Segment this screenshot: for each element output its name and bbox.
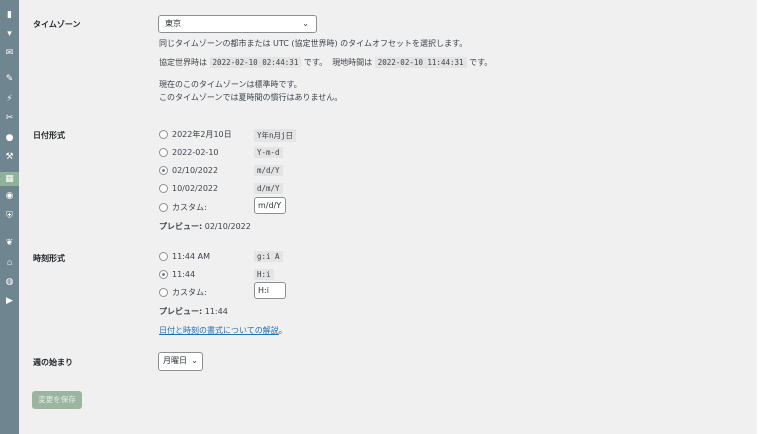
- admin-sidebar: ▮ ▾ ✉ ✎ ⚡ ✂ ● ⚒ ▦ ◉ ⛨ ❦ ⌂ ◍ ▶: [0, 0, 19, 434]
- option-code: d/m/Y: [254, 183, 283, 194]
- timezone-label: タイムゾーン: [33, 19, 80, 30]
- option-text: 02/10/2022: [172, 166, 218, 176]
- circle-plugin-icon[interactable]: ◉: [4, 191, 15, 202]
- week-start-select[interactable]: 月曜日 ⌄: [158, 352, 203, 371]
- radio[interactable]: [159, 288, 168, 297]
- preview-value: 02/10/2022: [205, 222, 251, 231]
- preview-value: 11:44: [205, 307, 228, 316]
- time-info: 協定世界時は 2022-02-10 02:44:31 です。 現地時間は 202…: [159, 57, 492, 68]
- users-icon[interactable]: ●: [4, 133, 15, 144]
- radio[interactable]: [159, 203, 168, 212]
- option-text: 11:44: [172, 270, 195, 280]
- utc-suffix: です。: [304, 58, 327, 67]
- mail-icon[interactable]: ✉: [4, 48, 15, 59]
- timezone-select[interactable]: 東京 ⌄: [158, 15, 317, 33]
- utc-time: 2022-02-10 02:44:31: [210, 57, 302, 68]
- week-start-value: 月曜日: [163, 356, 187, 365]
- time-preview: プレビュー: 11:44: [159, 306, 228, 317]
- radio[interactable]: [159, 148, 168, 157]
- custom-date-input[interactable]: m/d/Y: [254, 197, 286, 214]
- pages-icon[interactable]: ▮: [4, 10, 15, 21]
- option-text: 2022年2月10日: [172, 130, 232, 140]
- chevron-down-icon: ⌄: [191, 353, 198, 369]
- timezone-value: 東京: [165, 19, 181, 28]
- option-code: m/d/Y: [254, 165, 283, 176]
- local-prefix: 現地時間は: [332, 58, 372, 67]
- date-format-label: 日付形式: [33, 130, 65, 141]
- option-code: g:i A: [254, 251, 283, 262]
- timezone-help: 同じタイムゾーンの都市または UTC (協定世界時) のタイムオフセットを選択し…: [159, 38, 467, 49]
- shield-icon[interactable]: ⛨: [4, 211, 15, 222]
- play-icon[interactable]: ▶: [4, 296, 15, 307]
- custom-label: カスタム:: [172, 203, 207, 213]
- option-code: H:i: [254, 269, 274, 280]
- save-button[interactable]: 変更を保存: [32, 391, 82, 409]
- bird-plugin-icon[interactable]: ❦: [4, 238, 15, 249]
- preview-label: プレビュー:: [159, 222, 202, 231]
- timezone-note-2: このタイムゾーンでは夏時間の慣行はありません。: [159, 92, 342, 103]
- date-preview: プレビュー: 02/10/2022: [159, 221, 251, 232]
- timezone-note-1: 現在のこのタイムゾーンは標準時です。: [159, 79, 302, 90]
- settings-icon[interactable]: ▦: [0, 172, 19, 186]
- time-format-label: 時刻形式: [33, 253, 65, 264]
- doc-link-line: 日付と時刻の書式についての解説。: [159, 325, 287, 336]
- radio-checked[interactable]: [159, 270, 168, 279]
- link-suffix: 。: [279, 326, 287, 335]
- utc-prefix: 協定世界時は: [159, 58, 207, 67]
- comments-icon[interactable]: ▾: [4, 29, 15, 40]
- right-edge: [757, 0, 768, 434]
- preview-label: プレビュー:: [159, 307, 202, 316]
- radio[interactable]: [159, 252, 168, 261]
- local-time: 2022-02-10 11:44:31: [375, 57, 467, 68]
- plugins-icon[interactable]: ⚡: [4, 94, 15, 105]
- option-code: Y-m-d: [254, 147, 283, 158]
- week-start-label: 週の始まり: [33, 357, 73, 368]
- option-text: 11:44 AM: [172, 252, 210, 262]
- radio[interactable]: [159, 184, 168, 193]
- local-suffix: です。: [469, 58, 492, 67]
- chevron-down-icon: ⌄: [302, 16, 309, 32]
- appearance-icon[interactable]: ✎: [4, 74, 15, 85]
- option-text: 10/02/2022: [172, 184, 218, 194]
- wrench-icon[interactable]: ⚒: [4, 152, 15, 163]
- custom-time-input[interactable]: H:i: [254, 282, 286, 299]
- globe-plugin-icon[interactable]: ◍: [4, 277, 15, 288]
- custom-label: カスタム:: [172, 288, 207, 298]
- tools-scissors-icon[interactable]: ✂: [4, 113, 15, 124]
- radio[interactable]: [159, 130, 168, 139]
- lock-plugin-icon[interactable]: ⌂: [4, 258, 15, 269]
- radio-checked[interactable]: [159, 166, 168, 175]
- option-code: Y年n月j日: [254, 129, 296, 142]
- date-time-doc-link[interactable]: 日付と時刻の書式についての解説: [159, 326, 279, 335]
- option-text: 2022-02-10: [172, 148, 219, 158]
